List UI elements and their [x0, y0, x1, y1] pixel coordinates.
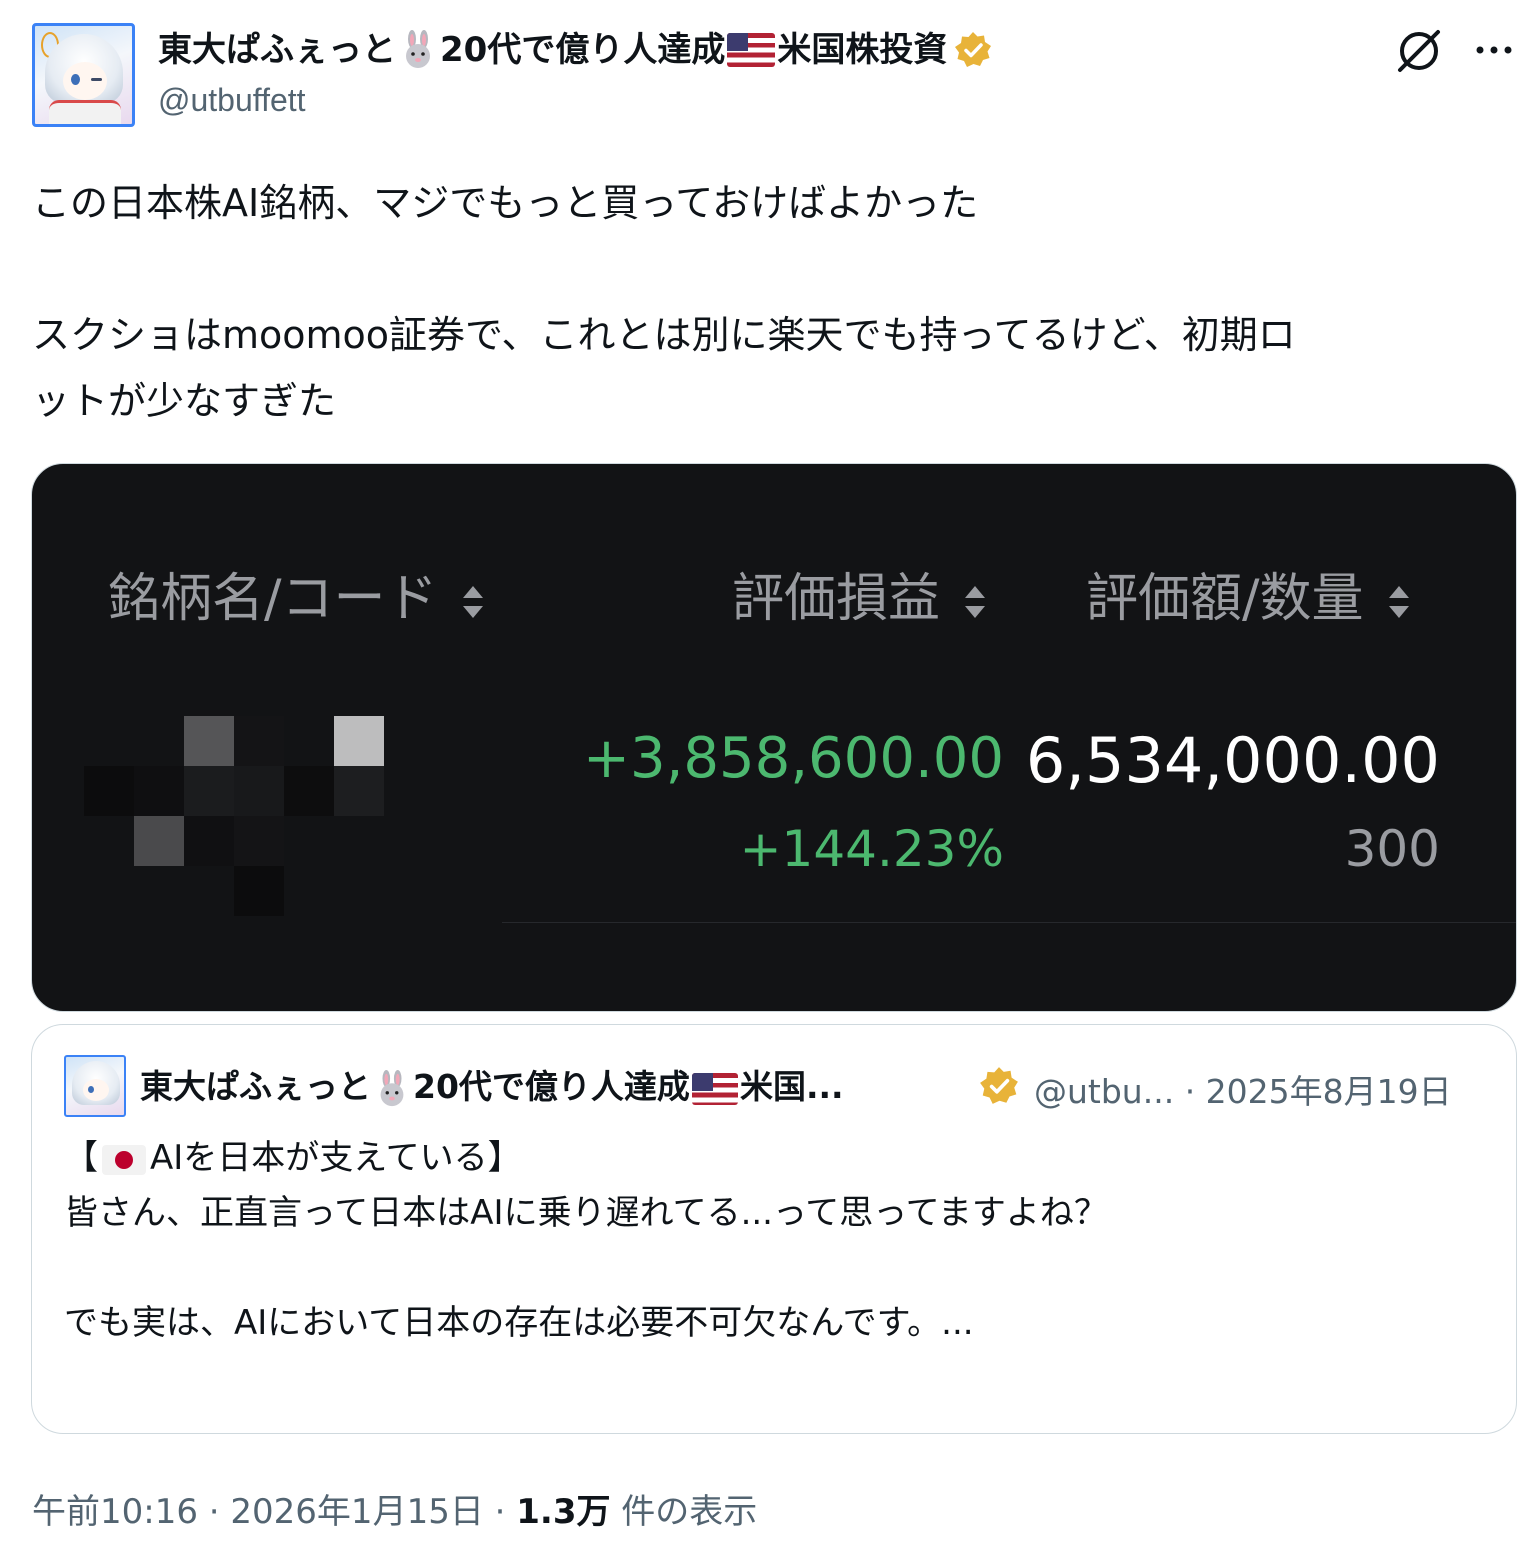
us-flag-icon [691, 1072, 738, 1105]
pl-percent: +144.23% [739, 820, 1004, 878]
quoted-meta: @utbu... · 2025年8月19日 [1034, 1065, 1452, 1113]
author-name-part3: 米国株投資 [777, 30, 948, 70]
rabbit-emoji-icon [406, 30, 430, 68]
author-handle[interactable]: @utbuffett [158, 82, 306, 119]
col-header-name-label: 銘柄名/コード [108, 569, 438, 629]
view-count-label: 件の表示 [610, 1492, 758, 1532]
quoted-body: 皆さん、正直言って日本はAIに乗り遅れてる...って思ってますよね？ でも実は、… [64, 1193, 1108, 1343]
market-value: 6,534,000.00 [1025, 724, 1440, 797]
quoted-name-part3: 米国... [739, 1067, 844, 1106]
more-options-icon[interactable] [1472, 30, 1516, 70]
sort-icon [965, 586, 986, 618]
tweet-text: この日本株AI銘柄、マジでもっと買っておけばよかった スクショはmoomoo証券… [32, 181, 1296, 423]
quoted-author-avatar [64, 1055, 126, 1117]
verified-badge-icon [980, 1067, 1018, 1104]
rabbit-emoji-icon [380, 1069, 404, 1106]
verified-badge-icon [955, 32, 992, 67]
japan-flag-icon [102, 1144, 146, 1175]
sort-icon [1388, 586, 1409, 618]
pl-amount: +3,858,600.00 [583, 726, 1004, 791]
col-header-value-label: 評価額/数量 [1086, 569, 1364, 629]
quoted-text: 【 AIを日本が支えている】 皆さん、正直言って日本はAIに乗り遅れてる...って… [64, 1131, 1494, 1351]
quoted-author-name: 東大ぱふぇっと 20代で億り人達成 米国... [140, 1063, 844, 1111]
quoted-title: AIを日本が支えている】 [150, 1138, 522, 1178]
col-header-pl: 評価損益 [732, 556, 988, 631]
view-count: 1.3万 [516, 1492, 611, 1532]
quoted-title-bracket: 【 [64, 1138, 98, 1178]
quoted-handle: @utbu... [1034, 1072, 1175, 1111]
col-header-name: 銘柄名/コード [108, 556, 486, 631]
quoted-tweet[interactable]: 東大ぱふぇっと 20代で億り人達成 米国... @utbu... · 2025年8… [31, 1024, 1517, 1434]
col-header-pl-label: 評価損益 [732, 569, 941, 629]
col-header-value: 評価額/数量 [1086, 556, 1412, 631]
author-name[interactable]: 東大ぱふぇっと 20代で億り人達成 米国株投資 [158, 26, 993, 74]
author-name-part1: 東大ぱふぇっと [158, 30, 396, 70]
quoted-name-part1: 東大ぱふぇっと [140, 1067, 371, 1106]
quoted-date: · 2025年8月19日 [1184, 1072, 1452, 1111]
tweet-image[interactable]: 銘柄名/コード 評価損益 評価額/数量 +3,858,600.00 +144.2… [31, 463, 1517, 1012]
grok-icon[interactable] [1392, 24, 1446, 78]
us-flag-icon [727, 33, 776, 67]
author-avatar[interactable] [32, 23, 135, 127]
quoted-name-part2: 20代で億り人達成 [413, 1067, 690, 1106]
quantity: 300 [1344, 820, 1440, 878]
tweet-footer: 午前10:16 · 2026年1月15日 · 1.3万 件の表示 [32, 1484, 757, 1533]
sort-icon [462, 586, 483, 618]
row-divider [502, 922, 1516, 923]
author-name-part2: 20代で億り人達成 [440, 30, 726, 70]
tweet-timestamp[interactable]: 午前10:16 · 2026年1月15日 · [32, 1492, 516, 1532]
